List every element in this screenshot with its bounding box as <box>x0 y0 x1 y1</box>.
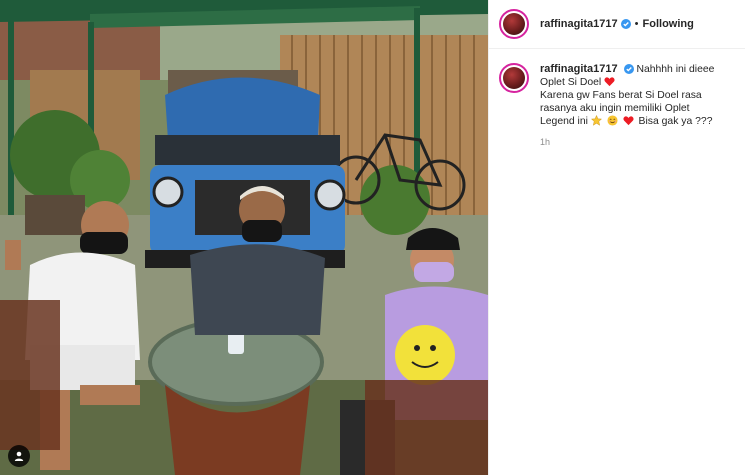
header-username[interactable]: raffinagita1717 <box>540 18 618 30</box>
post-sidebar: raffinagita1717 • Following raffinagita1… <box>488 0 745 475</box>
star-emoji <box>590 114 602 126</box>
red-heart-emoji <box>623 115 634 126</box>
verified-badge-icon <box>620 19 631 29</box>
caption-avatar[interactable] <box>499 63 529 93</box>
caption-line-5: Legend ini <box>540 116 588 127</box>
dot-separator: • <box>634 18 639 30</box>
avatar[interactable] <box>499 9 529 39</box>
caption-body: raffinagita1717 Nahhhh ini dieee Oplet S… <box>540 63 730 475</box>
caption-line-3: Karena gw Fans berat Si Doel rasa <box>540 90 702 101</box>
red-heart-emoji <box>604 76 615 87</box>
caption-line-2: Oplet Si Doel <box>540 77 602 88</box>
photo-illustration <box>0 0 488 475</box>
post-photo[interactable] <box>0 0 488 475</box>
post-header: raffinagita1717 • Following <box>489 0 745 49</box>
caption-comment: raffinagita1717 Nahhhh ini dieee Oplet S… <box>489 49 745 475</box>
caption-text: raffinagita1717 Nahhhh ini dieee Oplet S… <box>540 63 730 128</box>
caption-line-1: Nahhhh ini dieee <box>636 64 715 75</box>
following-button[interactable]: Following <box>643 18 694 30</box>
post-timestamp[interactable]: 1h <box>540 137 730 147</box>
user-tag-icon[interactable] <box>8 445 30 467</box>
caption-username[interactable]: raffinagita1717 <box>540 63 618 75</box>
instagram-post-window: raffinagita1717 • Following raffinagita1… <box>0 0 745 475</box>
caption-line-4: rasanya aku ingin memiliki Oplet <box>540 103 690 114</box>
caption-line-5-end: Bisa gak ya ??? <box>638 116 713 127</box>
smiling-face-emoji <box>607 115 618 126</box>
verified-badge-icon <box>623 64 634 75</box>
